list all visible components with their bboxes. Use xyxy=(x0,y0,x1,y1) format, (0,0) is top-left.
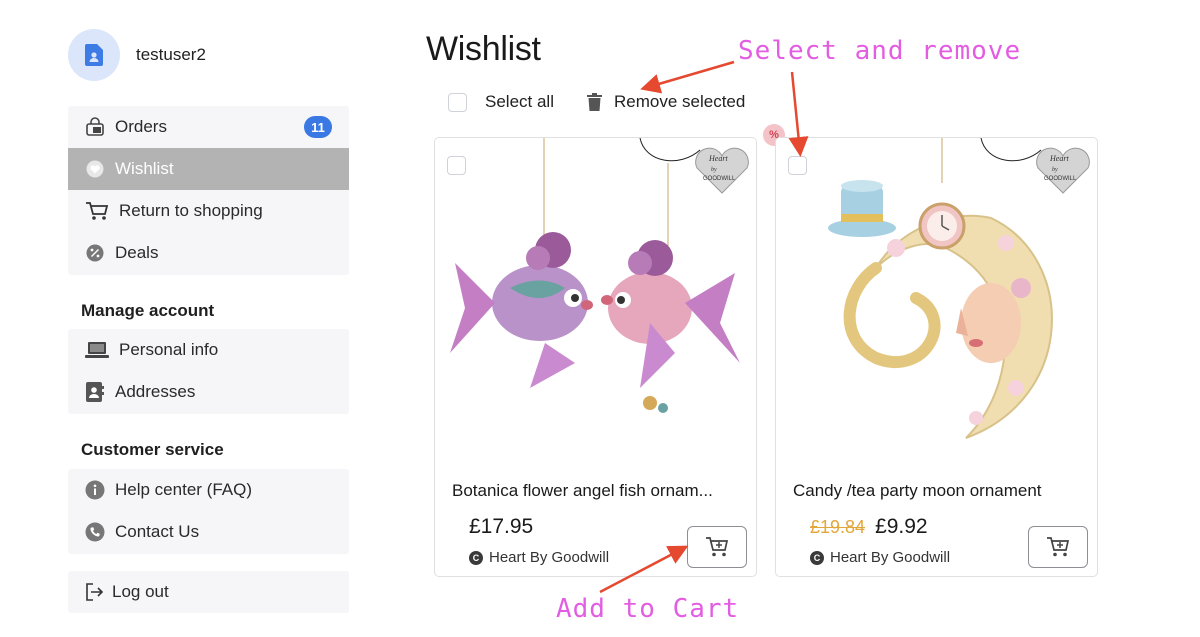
product-image[interactable]: Heart by GOODWILL xyxy=(435,138,756,460)
product-price-row: £19.84 £9.92 xyxy=(810,515,928,539)
laptop-icon xyxy=(84,339,110,361)
annotation-add-to-cart: Add to Cart xyxy=(556,594,740,624)
arrow-to-remove-selected xyxy=(640,60,735,94)
sidebar-item-label: Addresses xyxy=(115,382,196,401)
wishlist-toolbar: Select all Remove selected xyxy=(448,92,745,112)
contact-card-icon xyxy=(84,381,106,403)
wishlist-product-card[interactable]: Heart by GOODWILL Botanica flower angel … xyxy=(434,137,757,577)
sidebar-item-deals[interactable]: Deals xyxy=(68,232,349,274)
bag-icon xyxy=(84,116,106,138)
info-icon xyxy=(84,479,106,501)
select-all-checkbox[interactable] xyxy=(448,92,467,112)
logout-label: Log out xyxy=(112,582,169,601)
product-price-row: £17.95 xyxy=(469,515,533,539)
product-image[interactable]: Heart by GOODWILL xyxy=(776,138,1097,460)
sidebar-item-contact-us[interactable]: Contact Us xyxy=(68,511,349,553)
product-select-checkbox[interactable] xyxy=(447,156,466,175)
brand-icon: C xyxy=(810,550,824,565)
user-profile: testuser2 xyxy=(68,29,206,81)
brand-tag-text: GOODWILL xyxy=(1044,176,1077,182)
brand-tag-text: by xyxy=(711,167,717,173)
sidebar-item-label: Personal info xyxy=(119,340,219,359)
heart-icon xyxy=(84,158,106,180)
add-to-cart-button[interactable] xyxy=(1028,526,1088,568)
sidebar-item-wishlist[interactable]: Wishlist xyxy=(68,148,349,190)
sidebar-item-label: Wishlist xyxy=(115,159,174,178)
brand-tag-text: by xyxy=(1052,167,1058,173)
brand-name: Heart By Goodwill xyxy=(489,549,610,566)
product-price: £17.95 xyxy=(469,515,534,538)
remove-selected-button[interactable]: Remove selected xyxy=(586,92,746,112)
product-name[interactable]: Botanica flower angel fish ornam... xyxy=(452,481,742,501)
sidebar-item-return-to-shopping[interactable]: Return to shopping xyxy=(68,190,349,232)
sidebar-item-personal-info[interactable]: Personal info xyxy=(68,329,349,371)
user-document-icon xyxy=(85,44,103,66)
sidebar-logout-group: Log out xyxy=(68,571,349,613)
sidebar-item-orders[interactable]: Orders 11 xyxy=(68,106,349,148)
brand-tag-text: Heart xyxy=(708,154,728,163)
sidebar-customer-service-menu: Help center (FAQ) Contact Us xyxy=(68,469,349,554)
logout-button[interactable]: Log out xyxy=(68,571,349,613)
sidebar-item-label: Return to shopping xyxy=(119,201,263,220)
customer-service-heading: Customer service xyxy=(81,440,224,459)
add-to-cart-button[interactable] xyxy=(687,526,747,568)
brand-tag-text: Heart xyxy=(1049,154,1069,163)
brand-icon: C xyxy=(469,550,483,565)
sidebar-manage-account-menu: Personal info Addresses xyxy=(68,329,349,414)
select-all-label[interactable]: Select all xyxy=(485,92,554,112)
product-select-checkbox[interactable] xyxy=(788,156,807,175)
page-title: Wishlist xyxy=(426,30,541,68)
sidebar-item-label: Deals xyxy=(115,243,159,262)
username: testuser2 xyxy=(136,45,206,64)
product-name[interactable]: Candy /tea party moon ornament xyxy=(793,481,1083,501)
cart-icon xyxy=(84,200,110,222)
product-brand[interactable]: C Heart By Goodwill xyxy=(810,549,950,566)
wishlist-product-card[interactable]: Heart by GOODWILL Candy /tea party moon … xyxy=(775,137,1098,577)
brand-name: Heart By Goodwill xyxy=(830,549,951,566)
annotation-select-remove: Select and remove xyxy=(738,36,1022,66)
phone-icon xyxy=(84,521,106,543)
brand-tag-text: GOODWILL xyxy=(703,176,736,182)
product-brand[interactable]: C Heart By Goodwill xyxy=(469,549,609,566)
logout-icon xyxy=(84,581,106,603)
product-price: £9.92 xyxy=(875,515,928,538)
avatar[interactable] xyxy=(68,29,120,81)
trash-icon xyxy=(586,93,602,111)
sidebar-item-label: Orders xyxy=(115,117,167,136)
remove-selected-label: Remove selected xyxy=(613,92,746,111)
discount-icon xyxy=(84,242,106,264)
cart-plus-icon xyxy=(706,537,729,557)
sidebar-item-label: Help center (FAQ) xyxy=(115,480,252,499)
sidebar-item-addresses[interactable]: Addresses xyxy=(68,371,349,413)
cart-plus-icon xyxy=(1047,537,1070,557)
sidebar-item-label: Contact Us xyxy=(115,522,200,541)
manage-account-heading: Manage account xyxy=(81,301,215,320)
product-old-price: £19.84 xyxy=(810,517,866,537)
orders-count-badge: 11 xyxy=(304,116,332,138)
sidebar-main-menu: Orders 11 Wishlist Return to shopping De… xyxy=(68,106,349,275)
sidebar-item-help-center[interactable]: Help center (FAQ) xyxy=(68,469,349,511)
